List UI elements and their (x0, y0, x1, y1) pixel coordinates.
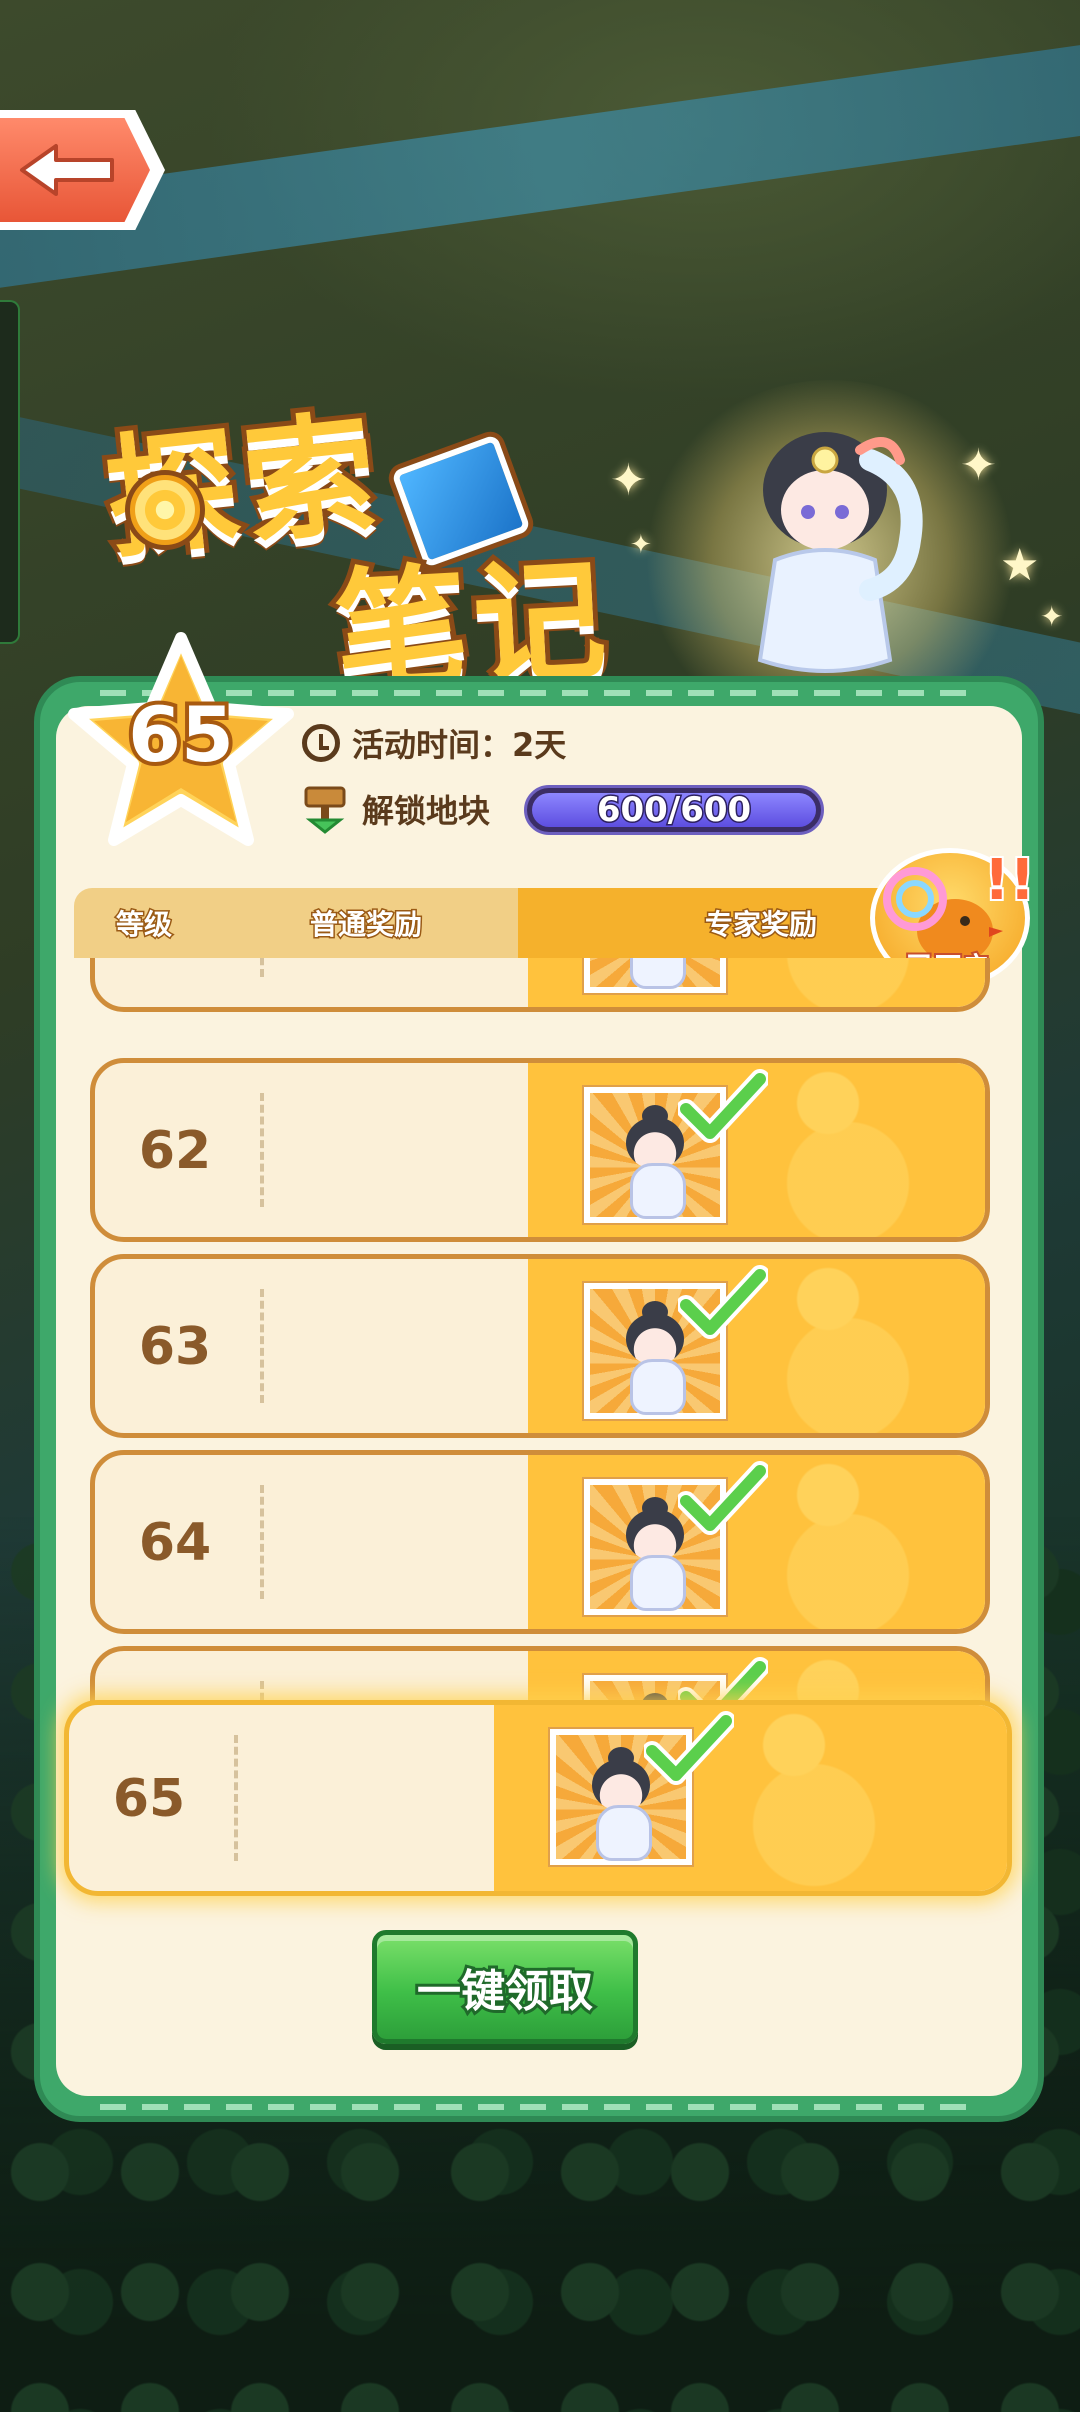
sparkle-icon: ✦ (1040, 600, 1064, 633)
expert-reward-cell[interactable] (494, 1705, 1007, 1891)
side-rail (0, 300, 20, 644)
cell-divider (234, 1735, 238, 1861)
unlock-row: 解锁地块 (300, 784, 490, 834)
checkmark-icon (678, 1461, 768, 1535)
expert-reward-cell[interactable] (528, 1259, 985, 1433)
sparkle-icon: ✦ (960, 440, 997, 491)
checkmark-icon (644, 1711, 734, 1785)
row-level: 62 (138, 1121, 212, 1181)
clock-icon (302, 724, 340, 762)
unlock-progress-bar: 600/600 (524, 785, 824, 835)
normal-reward-cell: 64 (95, 1455, 528, 1629)
character-icon (630, 958, 686, 989)
reward-row[interactable]: 62 (90, 1058, 990, 1242)
sparkle-icon: ★ (1000, 540, 1040, 591)
swirl-icon (125, 470, 205, 550)
cell-divider (260, 958, 264, 977)
cell-divider (260, 1485, 264, 1599)
row-level: 64 (138, 1513, 212, 1573)
character-icon (630, 1359, 686, 1415)
back-button[interactable] (0, 110, 165, 230)
character-icon (630, 1555, 686, 1611)
signpost-icon (304, 786, 346, 834)
cell-divider (260, 1093, 264, 1207)
character-icon (626, 1117, 684, 1169)
sparkle-icon: ✦ (610, 455, 647, 506)
alert-icon: !! (982, 846, 1037, 915)
normal-reward-cell (95, 958, 528, 1007)
row-level: 65 (112, 1769, 186, 1829)
reward-row[interactable] (90, 958, 990, 1012)
activity-time-text: 活动时间：2天 (352, 726, 567, 764)
progress-text: 600/600 (595, 789, 752, 832)
reward-card[interactable] (584, 958, 726, 993)
back-button-face[interactable] (0, 118, 150, 222)
reward-row-current[interactable]: 65 (64, 1700, 1012, 1896)
character-icon (630, 1163, 686, 1219)
normal-reward-cell: 62 (95, 1063, 528, 1237)
reward-row[interactable]: 63 (90, 1254, 990, 1438)
character-icon (592, 1759, 650, 1811)
normal-reward-cell: 65 (69, 1705, 494, 1891)
column-level: 等级 (74, 888, 214, 958)
expert-reward-cell[interactable] (528, 1455, 985, 1629)
checkmark-icon (678, 1069, 768, 1143)
column-normal-reward: 普通奖励 (214, 888, 518, 958)
character-illustration (757, 432, 923, 673)
normal-reward-cell: 63 (95, 1259, 528, 1433)
arrow-left-icon (20, 144, 114, 196)
checkmark-icon (678, 1265, 768, 1339)
character-icon (626, 1509, 684, 1561)
unlock-label: 解锁地块 (362, 792, 491, 830)
expert-reward-cell[interactable] (528, 958, 985, 1007)
expert-reward-cell[interactable] (528, 1063, 985, 1237)
row-level: 63 (138, 1317, 212, 1377)
claim-all-button[interactable]: 一键领取 (372, 1930, 638, 2044)
panel-trim (100, 2104, 978, 2110)
sparkle-icon: ✦ (630, 530, 652, 560)
reward-row[interactable]: 64 (90, 1450, 990, 1634)
activity-time-row: 活动时间：2天 (302, 720, 566, 766)
character-icon (596, 1805, 652, 1861)
character-icon (626, 1313, 684, 1365)
cell-divider (260, 1289, 264, 1403)
player-level: 65 (124, 686, 238, 783)
